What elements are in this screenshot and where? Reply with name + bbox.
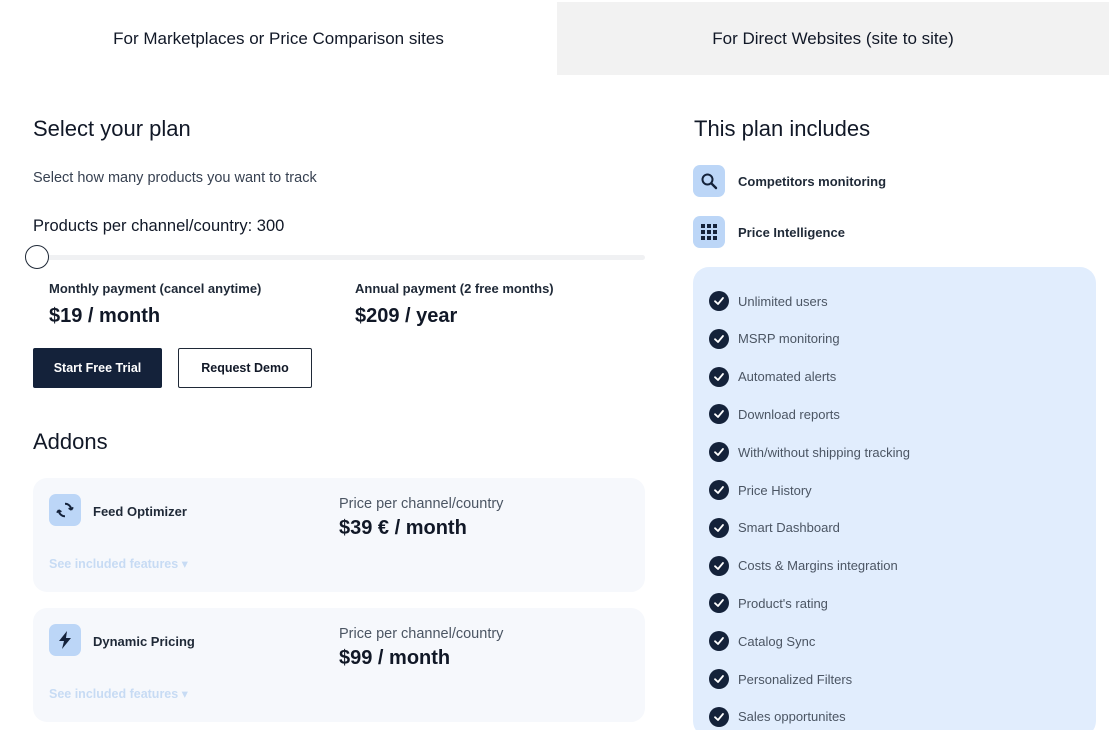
feature-label: Product's rating	[738, 595, 828, 611]
feature-label: Unlimited users	[738, 293, 828, 309]
plan-subtitle: Select how many products you want to tra…	[33, 170, 317, 186]
features-panel: Unlimited users MSRP monitoring Automated …	[693, 267, 1096, 730]
feature-item: Product's rating	[709, 593, 828, 614]
addon-name: Feed Optimizer	[93, 504, 187, 519]
feature-item: Personalized Filters	[709, 669, 852, 689]
select-plan-heading: Select your plan	[33, 116, 191, 141]
feature-item: MSRP monitoring	[709, 328, 840, 349]
search-icon	[693, 165, 725, 197]
addon-card-dynamic-pricing: Dynamic Pricing Price per channel/countr…	[33, 608, 645, 722]
check-icon	[709, 328, 729, 349]
check-icon	[709, 480, 729, 500]
request-demo-button[interactable]: Request Demo	[178, 348, 312, 388]
slider-track[interactable]	[33, 255, 645, 260]
feature-label: Automated alerts	[738, 369, 837, 385]
feature-item: Download reports	[709, 404, 840, 425]
check-icon	[709, 706, 729, 727]
feature-label: Costs & Margins integration	[738, 558, 898, 574]
feature-item: Unlimited users	[709, 291, 828, 311]
addon-price-label: Price per channel/country	[339, 496, 504, 512]
grid-icon	[693, 216, 725, 248]
feature-label: With/without shipping tracking	[738, 444, 910, 460]
feature-label: Price History	[738, 482, 812, 498]
feature-label: Smart Dashboard	[738, 520, 840, 536]
check-icon	[709, 555, 729, 576]
include-label: Price Intelligence	[738, 224, 845, 240]
addons-heading: Addons	[33, 429, 108, 454]
lightning-icon	[49, 624, 81, 656]
check-icon	[709, 517, 729, 538]
products-count-label: Products per channel/country: 300	[33, 217, 285, 235]
addon-card-feed-optimizer: Feed Optimizer Price per channel/country…	[33, 478, 645, 592]
feature-item: Automated alerts	[709, 366, 837, 387]
feature-label: Sales opportunites	[738, 709, 846, 725]
check-icon	[709, 593, 729, 614]
feature-item: Price History	[709, 480, 812, 500]
see-features-link[interactable]: See included features ▾	[49, 686, 188, 701]
see-features-link[interactable]: See included features ▾	[49, 556, 188, 571]
addon-price-label: Price per channel/country	[339, 626, 504, 642]
annual-payment-label: Annual payment (2 free months)	[355, 281, 554, 296]
addon-price: $39 € / month	[339, 517, 467, 539]
feature-item: With/without shipping tracking	[709, 442, 910, 463]
feature-label: MSRP monitoring	[738, 331, 840, 347]
include-price-intelligence: Price Intelligence	[693, 216, 845, 248]
check-icon	[709, 669, 729, 689]
feature-label: Personalized Filters	[738, 671, 853, 687]
check-icon	[709, 404, 729, 425]
slider-thumb[interactable]	[25, 245, 49, 269]
include-competitors-monitoring: Competitors monitoring	[693, 165, 886, 197]
feature-item: Catalog Sync	[709, 631, 816, 652]
check-icon	[709, 442, 729, 463]
include-label: Competitors monitoring	[738, 173, 887, 189]
tab-direct-websites[interactable]: For Direct Websites (site to site)	[557, 2, 1109, 75]
addon-price: $99 / month	[339, 647, 451, 669]
feature-label: Download reports	[738, 406, 840, 422]
monthly-price: $19 / month	[49, 305, 161, 327]
start-free-trial-button[interactable]: Start Free Trial	[33, 348, 162, 388]
check-icon	[709, 291, 729, 311]
annual-price: $209 / year	[355, 305, 458, 327]
feature-item: Smart Dashboard	[709, 517, 840, 538]
feature-item: Costs & Margins integration	[709, 555, 898, 576]
addon-name: Dynamic Pricing	[93, 634, 195, 649]
check-icon	[709, 366, 729, 387]
check-icon	[709, 631, 729, 652]
feature-label: Catalog Sync	[738, 633, 816, 649]
tab-marketplaces[interactable]: For Marketplaces or Price Comparison sit…	[0, 2, 557, 75]
refresh-icon	[49, 494, 81, 526]
plan-includes-heading: This plan includes	[694, 116, 871, 141]
plan-type-tabs: For Marketplaces or Price Comparison sit…	[0, 0, 1111, 75]
monthly-payment-label: Monthly payment (cancel anytime)	[49, 281, 262, 296]
feature-item: Sales opportunites	[709, 706, 846, 727]
products-slider[interactable]	[25, 245, 645, 269]
